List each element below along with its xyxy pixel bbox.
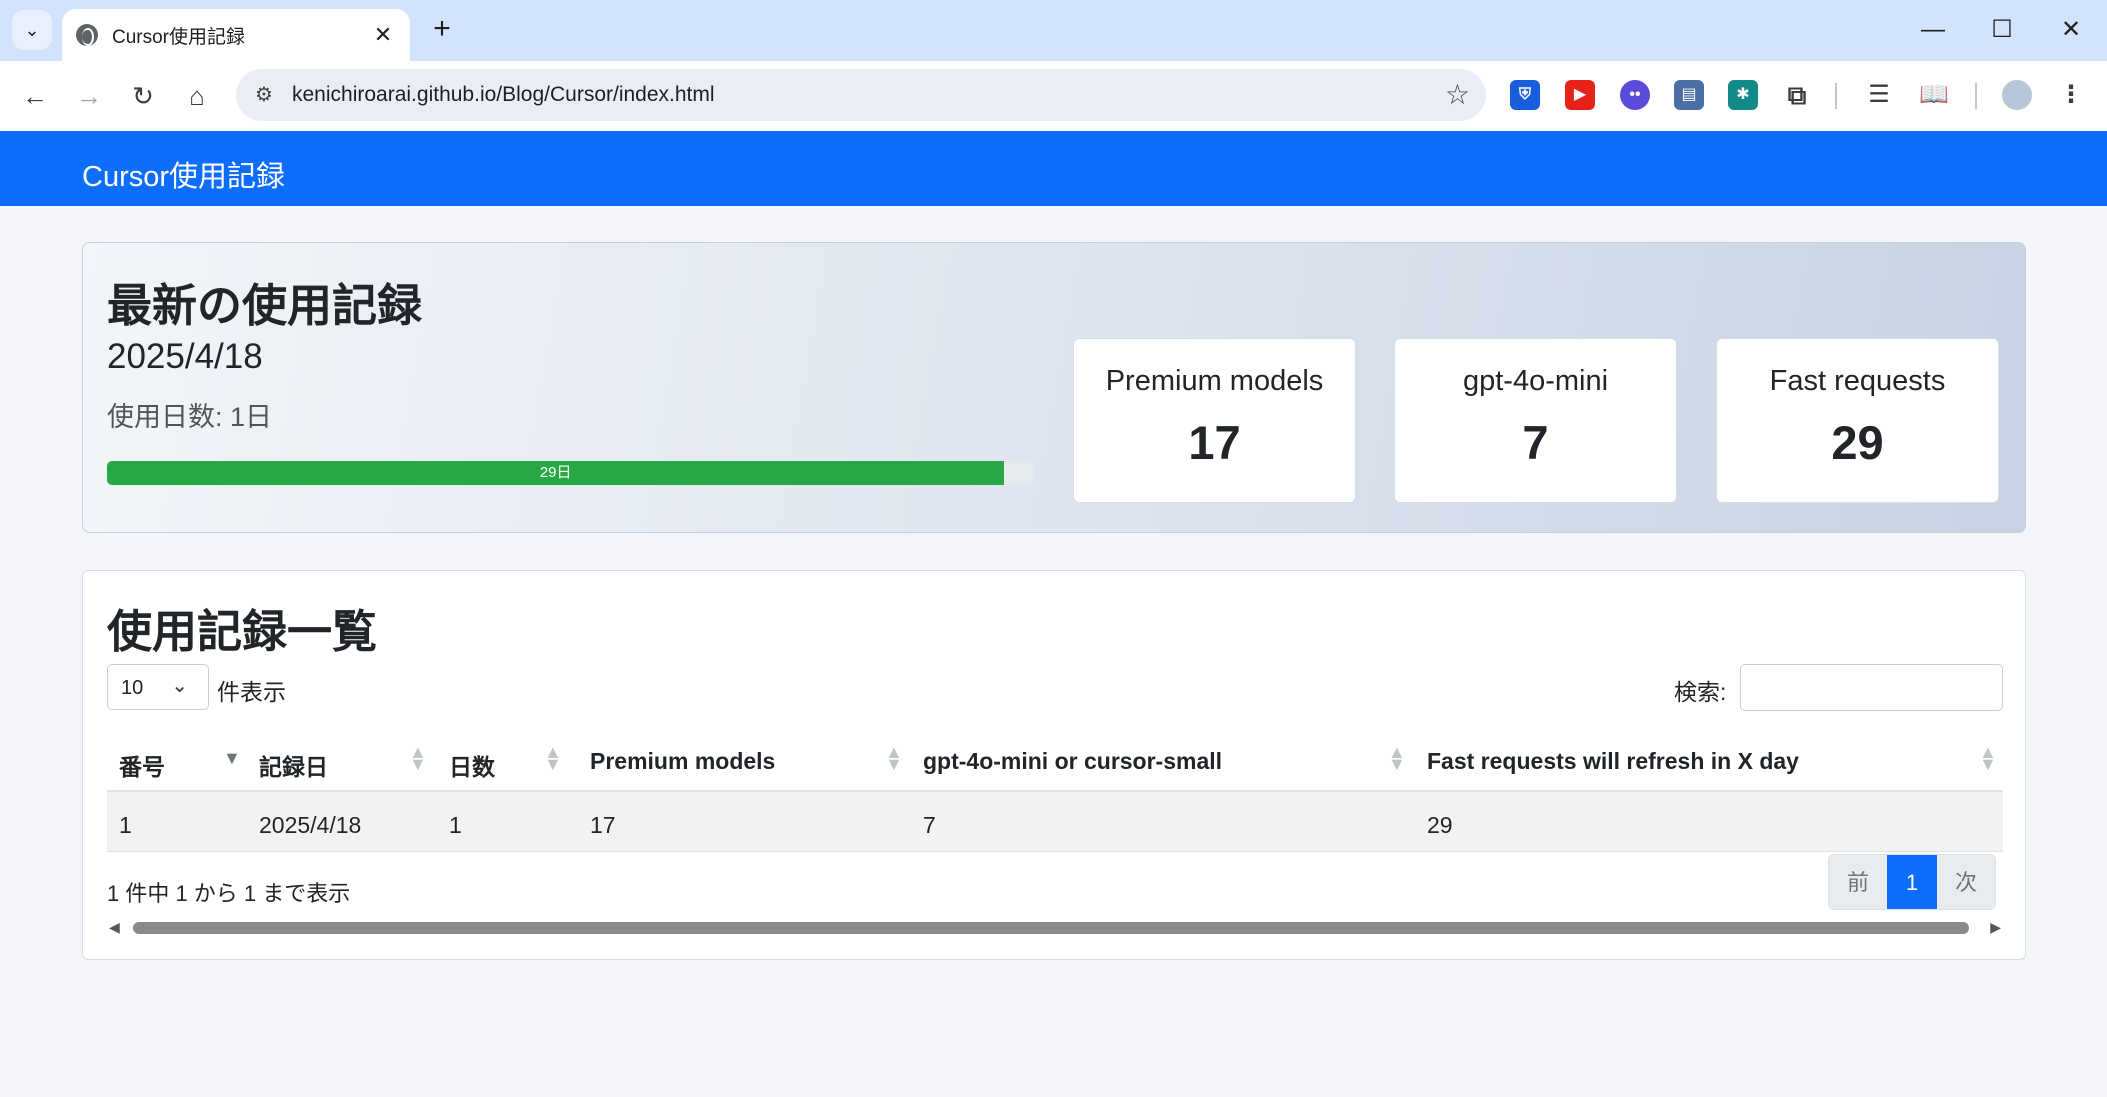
maximize-button[interactable]: ☐ <box>1977 12 2027 48</box>
browser-chrome: ⌄ Cursor使用記録 ✕ + — ☐ ✕ ← → ↻ ⌂ ⚙ kenichi… <box>0 0 2107 131</box>
browser-toolbar: ← → ↻ ⌂ ⚙ kenichiroarai.github.io/Blog/C… <box>0 61 2107 131</box>
minimize-icon: — <box>1921 16 1945 43</box>
stat-label: gpt-4o-mini <box>1462 365 1609 397</box>
page-1-button[interactable]: 1 <box>1887 855 1937 909</box>
stat-card-fast-requests: Fast requests 29 <box>1716 338 1999 503</box>
maximize-icon: ☐ <box>1991 16 2013 43</box>
column-header-premium[interactable]: Premium models ▲ ▼ <box>590 726 910 792</box>
table-cell: 7 <box>923 812 936 838</box>
address-bar[interactable]: ⚙ kenichiroarai.github.io/Blog/Cursor/in… <box>236 69 1486 121</box>
latest-record-title: 最新の使用記録 <box>107 280 423 331</box>
prev-page-button[interactable]: 前 <box>1829 855 1887 909</box>
bitwarden-icon[interactable]: ⛨ <box>1510 80 1540 110</box>
table-cell: 2025/4/18 <box>259 812 362 838</box>
globe-icon <box>76 24 98 46</box>
browser-tab[interactable]: Cursor使用記録 ✕ <box>62 9 410 61</box>
history-title: 使用記録一覧 <box>107 606 378 657</box>
close-window-button[interactable]: ✕ <box>2046 12 2096 48</box>
toolbar-separator <box>1975 83 1977 109</box>
sort-icon: ▲ ▼ <box>885 742 903 774</box>
sort-icon: ▲ ▼ <box>1388 742 1406 774</box>
reading-list-icon[interactable]: ☰ <box>1864 80 1894 110</box>
page-length-select[interactable]: 10 ⌄ <box>107 664 209 710</box>
forward-button[interactable]: → <box>70 77 108 115</box>
stat-value: 29 <box>1831 416 1884 469</box>
tab-title: Cursor使用記録 <box>112 26 246 48</box>
stat-value: 7 <box>1522 416 1549 469</box>
page-length-label: 件表示 <box>217 679 286 705</box>
table-row: 1 2025/4/18 1 17 7 29 <box>107 792 2003 852</box>
page-length-value: 10 <box>121 677 144 699</box>
sort-icon: ▲ ▼ <box>544 742 562 774</box>
tab-search-button[interactable]: ⌄ <box>12 10 52 50</box>
stat-value: 17 <box>1188 416 1241 469</box>
book-icon[interactable]: 📖 <box>1919 80 1949 110</box>
progress-track: 29日 <box>107 461 1035 485</box>
history-table: 番号 ▼ 記録日 ▲ ▼ 日数 ▲ ▼ Premium models ▲ ▼ gpt-… <box>107 726 2003 852</box>
extension-face-icon[interactable]: •• <box>1620 80 1650 110</box>
usage-days: 使用日数: 1日 <box>107 402 273 432</box>
puzzle-icon[interactable]: ⧉ <box>1782 80 1812 110</box>
column-header-gpt4o-mini[interactable]: gpt-4o-mini or cursor-small ▲ ▼ <box>923 726 1413 792</box>
avatar[interactable] <box>2002 80 2032 110</box>
column-header-days[interactable]: 日数 ▲ ▼ <box>449 726 569 792</box>
tab-close-button[interactable]: ✕ <box>370 22 396 48</box>
tab-strip: ⌄ Cursor使用記録 ✕ + — ☐ ✕ <box>0 0 2107 61</box>
stat-label: Fast requests <box>1769 365 1946 397</box>
chevron-down-icon: ⌄ <box>24 19 40 40</box>
home-icon: ⌂ <box>189 81 205 111</box>
back-button[interactable]: ← <box>16 77 54 115</box>
new-tab-button[interactable]: + <box>424 12 460 48</box>
column-header-date[interactable]: 記録日 ▲ ▼ <box>259 726 429 792</box>
sort-desc-icon: ▼ <box>223 748 241 768</box>
home-button[interactable]: ⌂ <box>178 77 216 115</box>
sort-icon: ▲ ▼ <box>409 742 427 774</box>
column-header-fast-requests[interactable]: Fast requests will refresh in X day ▲ ▼ <box>1427 726 2003 792</box>
stat-card-gpt4o-mini: gpt-4o-mini 7 <box>1394 338 1677 503</box>
navbar-brand[interactable]: Cursor使用記録 <box>82 153 285 195</box>
close-icon: ✕ <box>2060 16 2082 43</box>
scroll-left-icon[interactable]: ◀ <box>109 919 120 936</box>
scrollbar-thumb[interactable] <box>133 922 1969 934</box>
table-header: 番号 ▼ 記録日 ▲ ▼ 日数 ▲ ▼ Premium models ▲ ▼ gpt-… <box>107 726 2003 792</box>
progress-bar: 29日 <box>107 461 1005 485</box>
url-text[interactable]: kenichiroarai.github.io/Blog/Cursor/inde… <box>292 83 715 107</box>
toolbar-separator <box>1835 83 1837 109</box>
reload-button[interactable]: ↻ <box>124 77 162 115</box>
search-input[interactable] <box>1740 664 2003 711</box>
table-cell: 29 <box>1427 812 1453 838</box>
latest-record-date: 2025/4/18 <box>107 337 263 376</box>
table-cell: 1 <box>449 812 462 838</box>
table-cell: 1 <box>119 812 132 838</box>
forward-arrow-icon: → <box>76 81 102 111</box>
stat-label: Premium models <box>1105 365 1324 397</box>
sort-icon: ▲ ▼ <box>1979 742 1997 774</box>
chevron-down-icon: ⌄ <box>171 675 188 697</box>
star-icon[interactable]: ☆ <box>1445 78 1470 111</box>
pagination: 前 1 次 <box>1828 854 1996 910</box>
horizontal-scrollbar[interactable]: ◀ ▶ <box>109 916 2001 938</box>
column-header-number[interactable]: 番号 ▼ <box>119 726 245 792</box>
scroll-right-icon[interactable]: ▶ <box>1990 919 2001 936</box>
tune-icon[interactable]: ⚙ <box>250 81 278 109</box>
back-arrow-icon: ← <box>22 81 48 111</box>
plus-icon: + <box>433 12 451 45</box>
reload-icon: ↻ <box>132 81 154 111</box>
table-info: 1 件中 1 から 1 まで表示 <box>107 881 351 906</box>
navbar: Cursor使用記録 <box>0 131 2107 206</box>
stat-card-premium: Premium models 17 <box>1073 338 1356 503</box>
next-page-button[interactable]: 次 <box>1937 855 1995 909</box>
table-cell: 17 <box>590 812 616 838</box>
kebab-menu-icon[interactable]: ⋮ <box>2056 80 2086 110</box>
search-label: 検索: <box>1674 679 1727 705</box>
history-card: 使用記録一覧 10 ⌄ 件表示 検索: 番号 ▼ 記録日 ▲ ▼ 日数 ▲ ▼ Pr… <box>82 570 2026 960</box>
extension-green-icon[interactable]: ✱ <box>1728 80 1758 110</box>
minimize-button[interactable]: — <box>1908 12 1958 48</box>
latest-record-panel: 最新の使用記録 2025/4/18 使用日数: 1日 29日 Premium m… <box>82 242 2026 533</box>
youtube-icon[interactable]: ▶ <box>1565 80 1595 110</box>
extension-doc-icon[interactable]: ▤ <box>1674 80 1704 110</box>
